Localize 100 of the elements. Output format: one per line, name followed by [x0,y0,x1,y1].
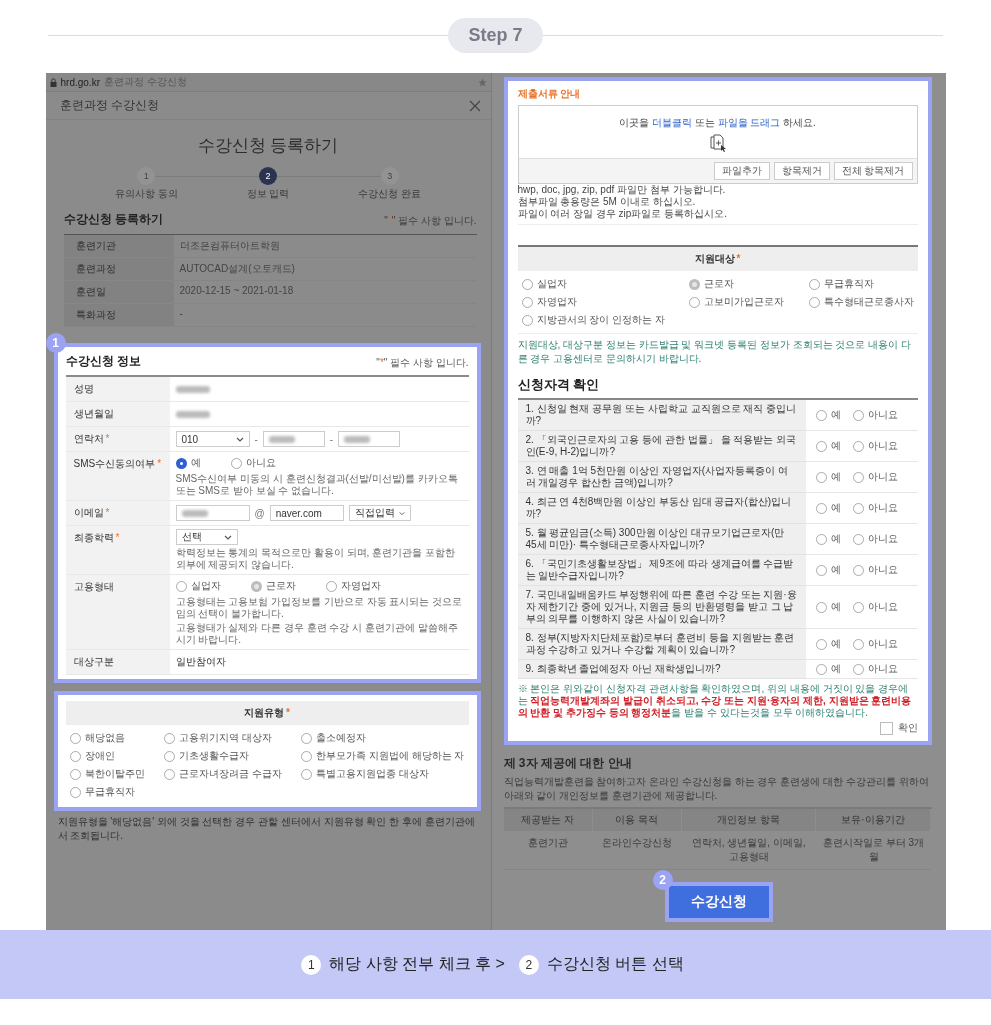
radio-button[interactable] [163,750,175,762]
radio-button[interactable] [163,768,175,780]
option-label: 특수형태근로종사자 [823,295,914,309]
option-label: 해당없음 [84,731,125,745]
file-button[interactable]: 전체 항목제거 [833,162,913,180]
radio-button[interactable] [163,732,175,744]
radio-button[interactable] [815,409,827,421]
radio-button[interactable] [815,601,827,613]
star-icon [477,77,487,87]
option-label: 예 [830,532,841,546]
option-label: 고보미가입근로자 [704,295,785,309]
group-title: 지원유형 [244,707,285,718]
radio-button[interactable] [815,440,827,452]
radio-button[interactable] [852,601,864,613]
radio-button[interactable] [175,457,187,469]
step-badge: 2 [518,954,539,975]
option-label: 아니요 [867,637,898,651]
radio-button[interactable] [301,768,313,780]
option-label: 무급휴직자 [823,277,874,291]
table-cell: - [173,304,477,327]
option-label: 예 [830,501,841,515]
field-label: 성명 [73,383,94,394]
option-label: 예 [830,408,841,422]
select-field[interactable]: 선택 [175,529,238,545]
question-text: 4. 최근 연 4천8백만원 이상인 부동산 임대 공급자(합산)입니까? [517,493,806,524]
option-label: 지방관서의 장이 인정하는 자 [536,313,665,327]
step-label: Step 7 [448,18,543,53]
input-field[interactable] [262,431,325,447]
file-drop-area[interactable]: 이곳을 더블클릭 또는 파일을 드래그 하세요. 파일추가 항목제거 전체 항목제거 [517,105,918,184]
help-text: 파일이 여러 장일 경우 zip파일로 등록하십시오. [517,208,728,220]
option-label: 한부모가족 지원법에 해당하는 자 [316,749,465,763]
separator-text: - [254,433,258,445]
option-label: 예 [830,470,841,484]
table-cell: 더조은컴퓨터아트학원 [173,235,477,258]
radio-button[interactable] [69,786,81,798]
table-cell: 훈련과정 [63,258,174,281]
question-text: 8. 정부(지방자치단체포함)로부터 훈련비 등을 지원받는 훈련과정 수강하고 있거나 수강할 계획이 있습니까? [517,629,806,660]
radio-button[interactable] [815,638,827,650]
file-add-icon [708,134,727,152]
section-title: 신청자격 확인 [517,376,601,394]
radio-button[interactable] [852,502,864,514]
table-cell: 온라인수강신청 [592,831,682,870]
radio-button[interactable] [815,502,827,514]
radio-button[interactable] [815,533,827,545]
help-text: 첨부파일 총용량은 5M 이내로 하십시오. [517,196,697,208]
table-cell: 훈련기관 [503,831,593,870]
radio-button[interactable] [301,750,313,762]
question-text: 1. 신청일 현재 공무원 또는 사립학교 교직원으로 재직 중입니까? [517,400,806,431]
drop-hint: 이곳을 더블클릭 또는 파일을 드래그 하세요. [619,116,816,130]
radio-button[interactable] [852,638,864,650]
radio-button[interactable] [852,409,864,421]
option-label: 아니요 [245,456,276,470]
option-label: 예 [830,600,841,614]
radio-button[interactable] [69,768,81,780]
input-field[interactable]: naver.com [269,505,344,521]
option-label: 예 [830,439,841,453]
select-field[interactable]: 직접입력 [348,505,411,521]
file-button[interactable]: 파일추가 [713,162,770,180]
close-icon[interactable] [468,99,481,112]
step-number: 1 [137,167,156,185]
step-badge: 2 [652,870,673,890]
radio-button[interactable] [852,533,864,545]
instruction-text: 해당 사항 전부 체크 후 > [329,954,505,974]
file-button[interactable]: 항목제거 [773,162,830,180]
option-label: 출소예정자 [316,731,367,745]
option-label: 아니요 [867,600,898,614]
required-mark: * [105,433,110,444]
section-title: 제 3자 제공에 대한 안내 [503,755,633,772]
required-note: "*" 필수 사항 입니다. [384,214,477,228]
field-label: 고용형태 [73,581,114,592]
checkbox[interactable] [879,721,893,735]
table-cell: 연락처, 생년월일, 이메일, 고용형태 [681,831,816,870]
table-cell: 훈련시작일로 부터 3개월 [815,831,932,870]
required-mark: * [115,532,120,543]
radio-button[interactable] [852,663,864,675]
option-label: 예 [830,637,841,651]
blurred-value [175,385,210,393]
input-field[interactable] [175,505,250,521]
section-title: 제출서류 안내 [517,87,582,101]
required-mark: * [105,507,110,518]
radio-button[interactable] [852,471,864,483]
radio-button[interactable] [852,440,864,452]
blurred-value [344,435,371,443]
lock-icon [49,77,57,87]
option-label: 근로자녀장려금 수급자 [178,767,282,781]
radio-button[interactable] [852,564,864,576]
step-label: 유의사항 동의 [114,187,178,201]
radio-button[interactable] [69,750,81,762]
input-field[interactable] [338,431,401,447]
radio-button[interactable] [815,471,827,483]
radio-button[interactable] [815,564,827,576]
radio-button[interactable] [230,457,242,469]
radio-button[interactable] [815,663,827,675]
option-label: 아니요 [867,662,898,676]
select-field[interactable]: 010 [175,431,250,447]
radio-button[interactable] [69,732,81,744]
field-label: 연락처 [73,433,104,444]
question-text: 7. 국민내일배움카드 부정행위에 따른 훈련 수강 또는 지원·융자 제한기간 중에 있거나, 지원금 등의 반환명령을 받고 그 납부의 의무를 이행하지 않은 사실이 있습니까? [517,586,806,629]
question-text: 2. 「외국인근로자의 고용 등에 관한 법률」 을 적용받는 외국인(E-9, H-2)입니까? [517,431,806,462]
radio-button[interactable] [301,732,313,744]
